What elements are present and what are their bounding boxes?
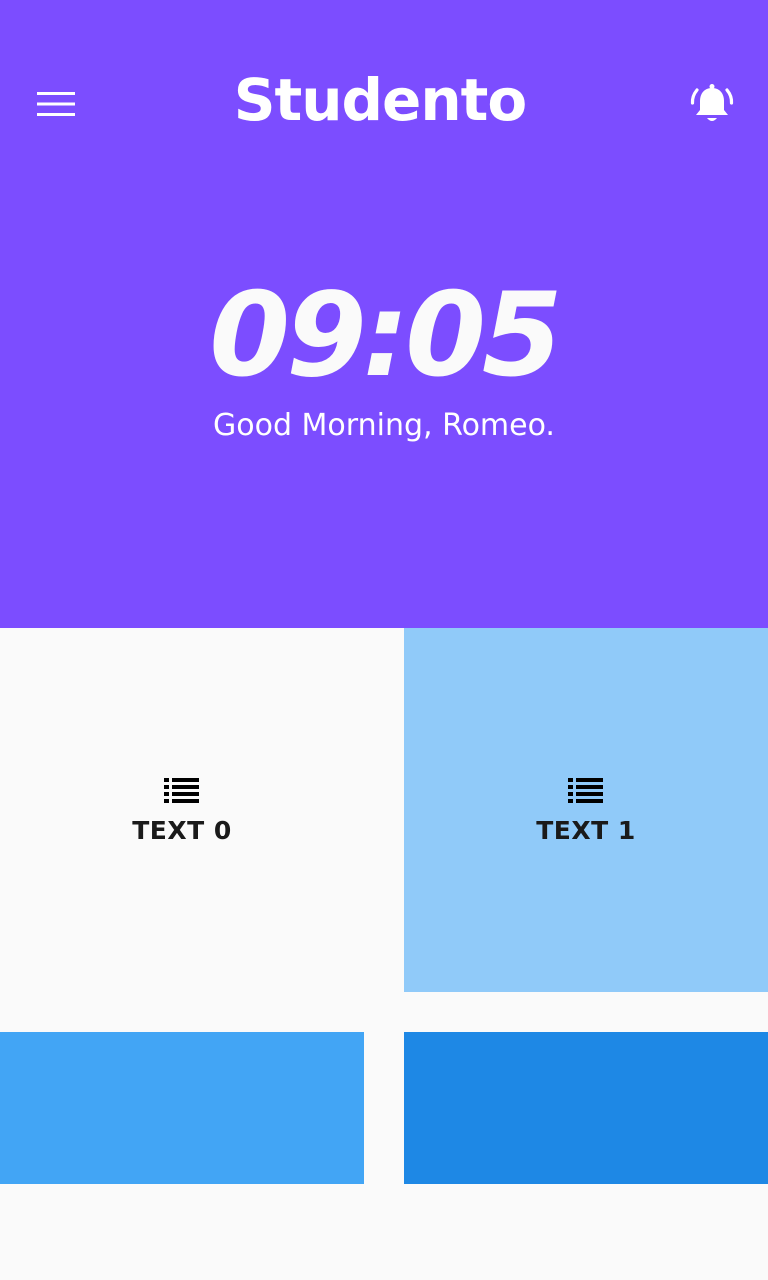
list-icon [164, 778, 199, 803]
tile-text-1[interactable]: TEXT 1 [404, 628, 768, 992]
clock-time: 09:05 [209, 268, 562, 403]
greeting-text: Good Morning, Romeo. [213, 408, 555, 443]
tile-3[interactable] [404, 1032, 768, 1184]
tile-label: TEXT 0 [132, 816, 232, 845]
tile-text-0[interactable]: TEXT 0 [0, 628, 364, 992]
app-header: Studento 09:05 Good Morning, Romeo. [0, 0, 768, 628]
list-icon [568, 778, 603, 803]
app-title: Studento [233, 66, 528, 134]
notifications-button[interactable] [684, 78, 740, 130]
tile-2[interactable] [0, 1032, 364, 1184]
bell-ringing-icon [690, 84, 734, 121]
tile-label: TEXT 1 [536, 816, 636, 845]
